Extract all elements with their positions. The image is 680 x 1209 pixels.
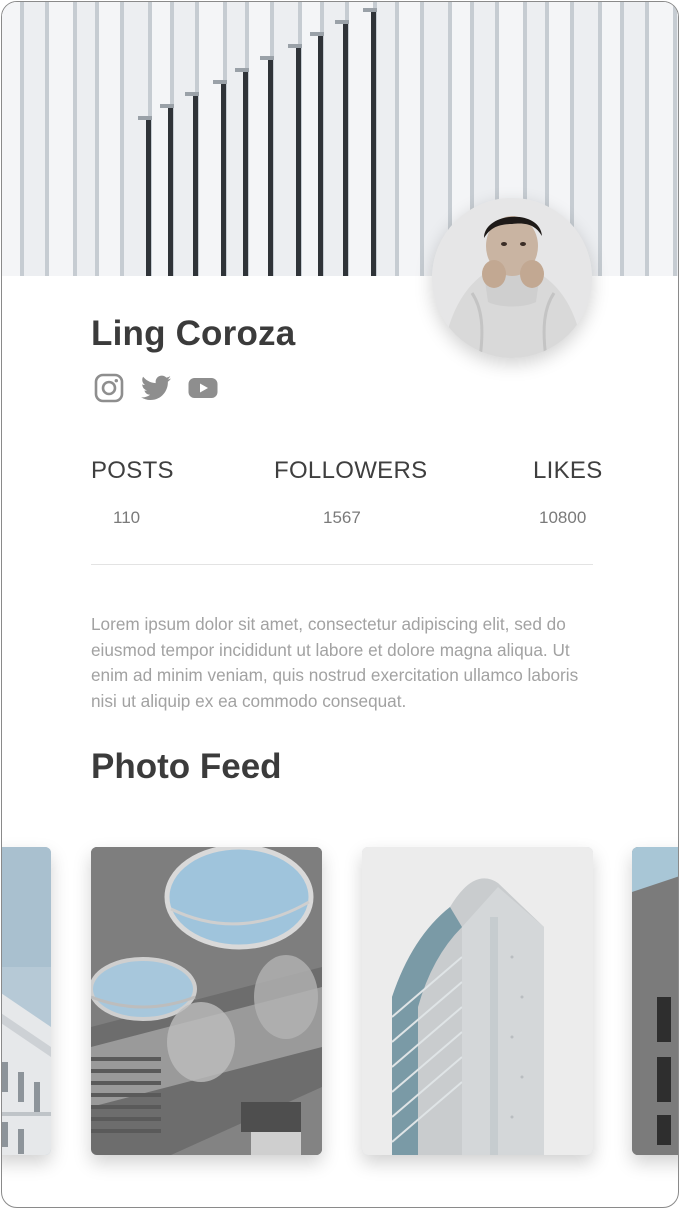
stat-followers-value: 1567 <box>323 508 361 527</box>
stat-posts-label: POSTS <box>91 457 174 484</box>
bio-text: Lorem ipsum dolor sit amet, consectetur … <box>91 614 579 711</box>
stat-likes-value: 10800 <box>539 508 587 527</box>
stat-posts-value: 110 <box>113 508 141 527</box>
profile-name: Ling Coroza <box>91 314 296 353</box>
feed-photo-building[interactable] <box>2 847 51 1155</box>
instagram-icon[interactable] <box>93 372 124 403</box>
feed-photo-facade[interactable] <box>632 847 678 1155</box>
avatar[interactable] <box>432 198 592 358</box>
feed-title: Photo Feed <box>91 747 282 786</box>
stats-row: POSTS FOLLOWERS LIKES 110 1567 10800 <box>2 457 678 537</box>
profile-card: Ling Coroza POSTS FOLLOWERS LIKES 110 15… <box>1 1 679 1208</box>
stat-followers-label: FOLLOWERS <box>274 457 428 484</box>
stat-likes-label: LIKES <box>533 457 603 484</box>
youtube-icon[interactable] <box>187 372 218 403</box>
feed-photo-tower[interactable] <box>362 847 593 1155</box>
twitter-icon[interactable] <box>140 372 171 403</box>
divider <box>91 564 593 565</box>
social-links <box>93 372 218 404</box>
feed-photo-atrium[interactable] <box>91 847 322 1155</box>
